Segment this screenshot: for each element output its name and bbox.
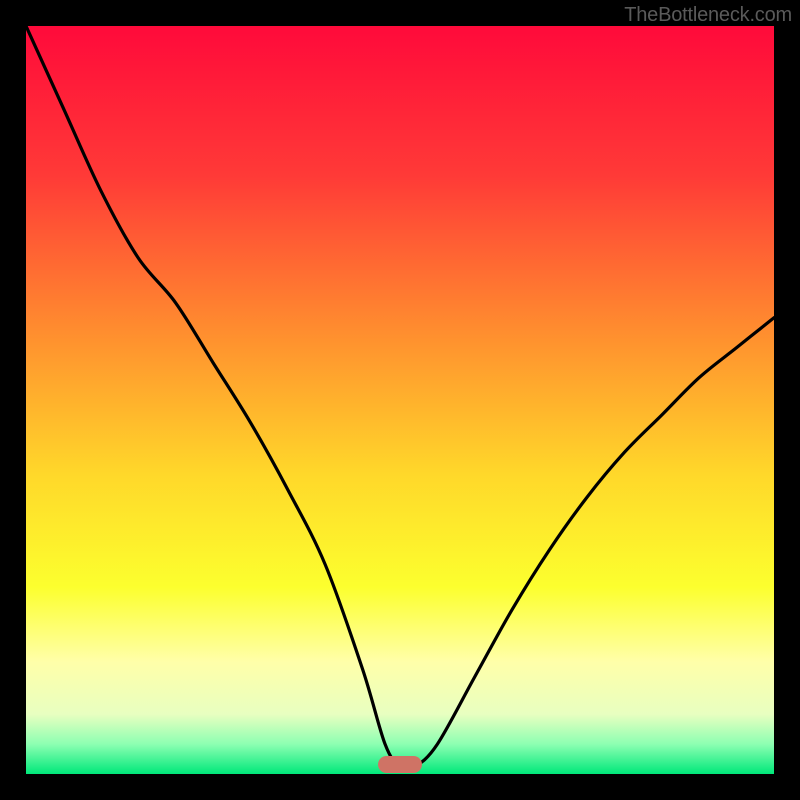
bottleneck-curve bbox=[26, 26, 774, 774]
chart-frame bbox=[26, 26, 774, 774]
optimal-zone-marker bbox=[378, 756, 423, 773]
watermark-text: TheBottleneck.com bbox=[624, 4, 792, 27]
